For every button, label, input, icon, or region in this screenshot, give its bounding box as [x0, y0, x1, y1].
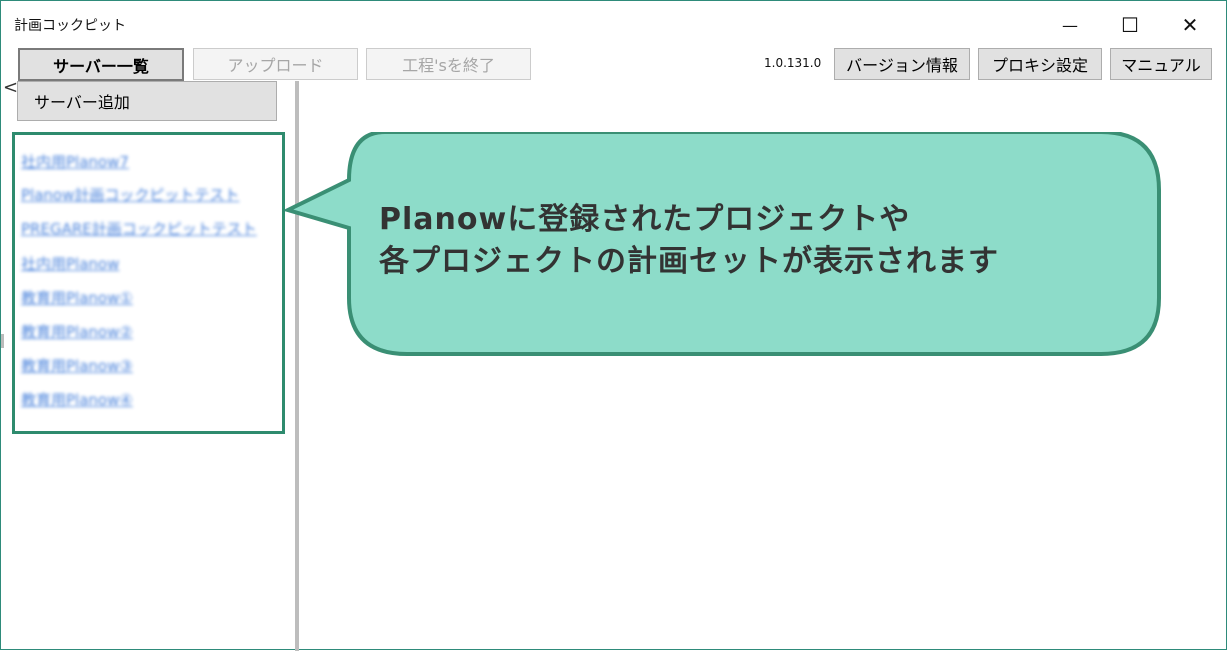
maximize-icon: ☐	[1121, 13, 1139, 37]
server-list-item[interactable]: 教育用Planow①	[21, 287, 133, 308]
callout-line-1: Planowに登録されたプロジェクトや	[379, 202, 911, 237]
close-button[interactable]: ✕	[1167, 9, 1213, 41]
server-list-item[interactable]: 社内用Planow	[21, 253, 119, 274]
server-list-item[interactable]: 教育用Planow④	[21, 389, 133, 410]
proxy-settings-button[interactable]: プロキシ設定	[978, 48, 1102, 80]
maximize-button[interactable]: ☐	[1107, 9, 1153, 41]
server-list-button[interactable]: サーバー一覧	[18, 48, 184, 81]
upload-button[interactable]: アップロード	[193, 48, 358, 80]
server-list-item[interactable]: PREGARE計画コックピットテスト	[21, 218, 257, 239]
server-list-item[interactable]: Planow計画コックピットテスト	[21, 184, 239, 205]
add-server-button[interactable]: サーバー追加	[17, 81, 277, 121]
server-list-item[interactable]: 教育用Planow③	[21, 355, 133, 376]
manual-button[interactable]: マニュアル	[1110, 48, 1212, 80]
version-info-button[interactable]: バージョン情報	[834, 48, 970, 80]
app-window: 計画コックピット — ☐ ✕ サーバー一覧 アップロード 工程'sを終了 1.0…	[0, 0, 1227, 651]
server-list-item[interactable]: 教育用Planow②	[21, 321, 133, 342]
close-icon: ✕	[1181, 13, 1199, 37]
minimize-button[interactable]: —	[1047, 9, 1093, 41]
scroll-marker	[1, 334, 4, 348]
minimize-icon: —	[1062, 15, 1078, 35]
callout-line-2: 各プロジェクトの計画セットが表示されます	[379, 244, 999, 279]
version-label: 1.0.131.0	[764, 56, 822, 70]
callout-text: Planowに登録されたプロジェクトや 各プロジェクトの計画セットが表示されます	[379, 199, 999, 283]
end-process-button[interactable]: 工程'sを終了	[366, 48, 531, 80]
server-list-item[interactable]: 社内用Planow7	[21, 151, 129, 172]
window-title: 計画コックピット	[14, 18, 126, 34]
